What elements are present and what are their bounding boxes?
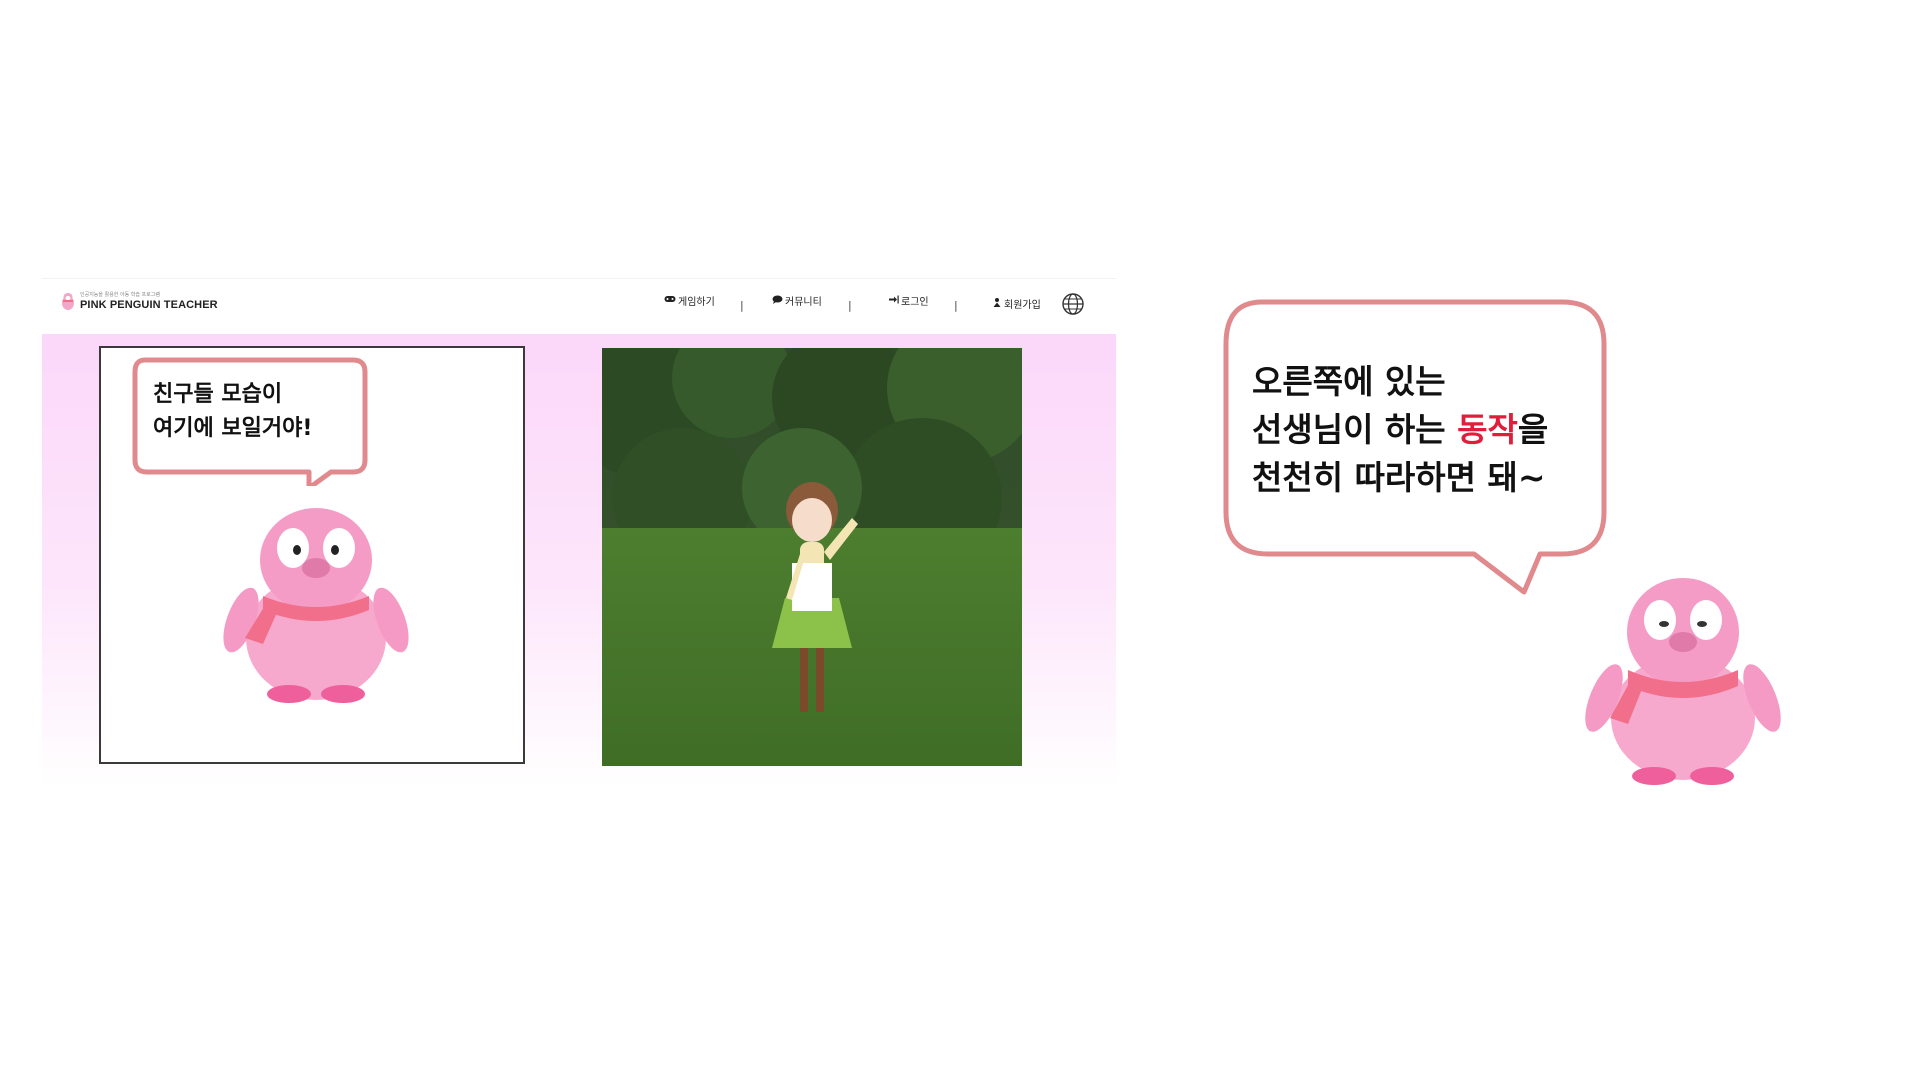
nav-game[interactable]: 게임하기 (664, 293, 715, 308)
penguin-logo-icon (62, 293, 74, 310)
brand[interactable]: 인공지능을 활용한 아동 학습 프로그램 PINK PENGUIN TEACHE… (60, 291, 218, 311)
penguin-plush-image (223, 508, 409, 703)
login-icon (889, 295, 899, 307)
guide-line-2: 선생님이 하는 동작을 (1252, 406, 1548, 454)
main-content: 친구들 모습이 여기에 보일거야! (42, 334, 1116, 788)
app-screenshot: 인공지능을 활용한 아동 학습 프로그램 PINK PENGUIN TEACHE… (42, 278, 1116, 788)
teacher-avatar-panel (602, 348, 1022, 766)
nav-game-label: 게임하기 (678, 297, 715, 308)
gamepad-icon (664, 295, 676, 306)
student-bubble-text: 친구들 모습이 여기에 보일거야! (153, 382, 313, 441)
nav-separator: | (740, 299, 744, 312)
brand-subtitle: 인공지능을 활용한 아동 학습 프로그램 (80, 291, 160, 298)
nav-signup-label: 회원가입 (1004, 300, 1041, 311)
nav-login-label: 로그인 (901, 297, 929, 308)
nav-separator: | (848, 299, 852, 312)
guide-line-2-suffix: 을 (1517, 410, 1549, 449)
guide-line-1: 오른쪽에 있는 (1252, 362, 1446, 401)
nav-community-label: 커뮤니티 (785, 297, 822, 308)
guide-line-3: 천천히 따라하면 돼~ (1252, 458, 1546, 497)
top-navbar: 인공지능을 활용한 아동 학습 프로그램 PINK PENGUIN TEACHE… (42, 278, 1116, 335)
guide-bubble-text: 오른쪽에 있는 선생님이 하는 동작을 천천히 따라하면 돼~ (1252, 358, 1548, 502)
nav-login[interactable]: 로그인 (889, 293, 929, 308)
penguin-plush-image (1585, 578, 1781, 785)
user-plus-icon (992, 297, 1002, 310)
globe-icon[interactable] (1062, 293, 1084, 315)
chat-icon (772, 295, 783, 307)
brand-name: PINK PENGUIN TEACHER (80, 298, 218, 311)
guide-highlight-word: 동작 (1457, 410, 1518, 449)
nav-separator: | (954, 299, 958, 312)
guide-line-2-prefix: 선생님이 하는 (1252, 410, 1458, 449)
teacher-avatar-image (602, 348, 1022, 766)
nav-signup[interactable]: 회원가입 (992, 296, 1041, 311)
nav-community[interactable]: 커뮤니티 (772, 293, 822, 308)
student-camera-panel: 친구들 모습이 여기에 보일거야! (99, 346, 525, 764)
